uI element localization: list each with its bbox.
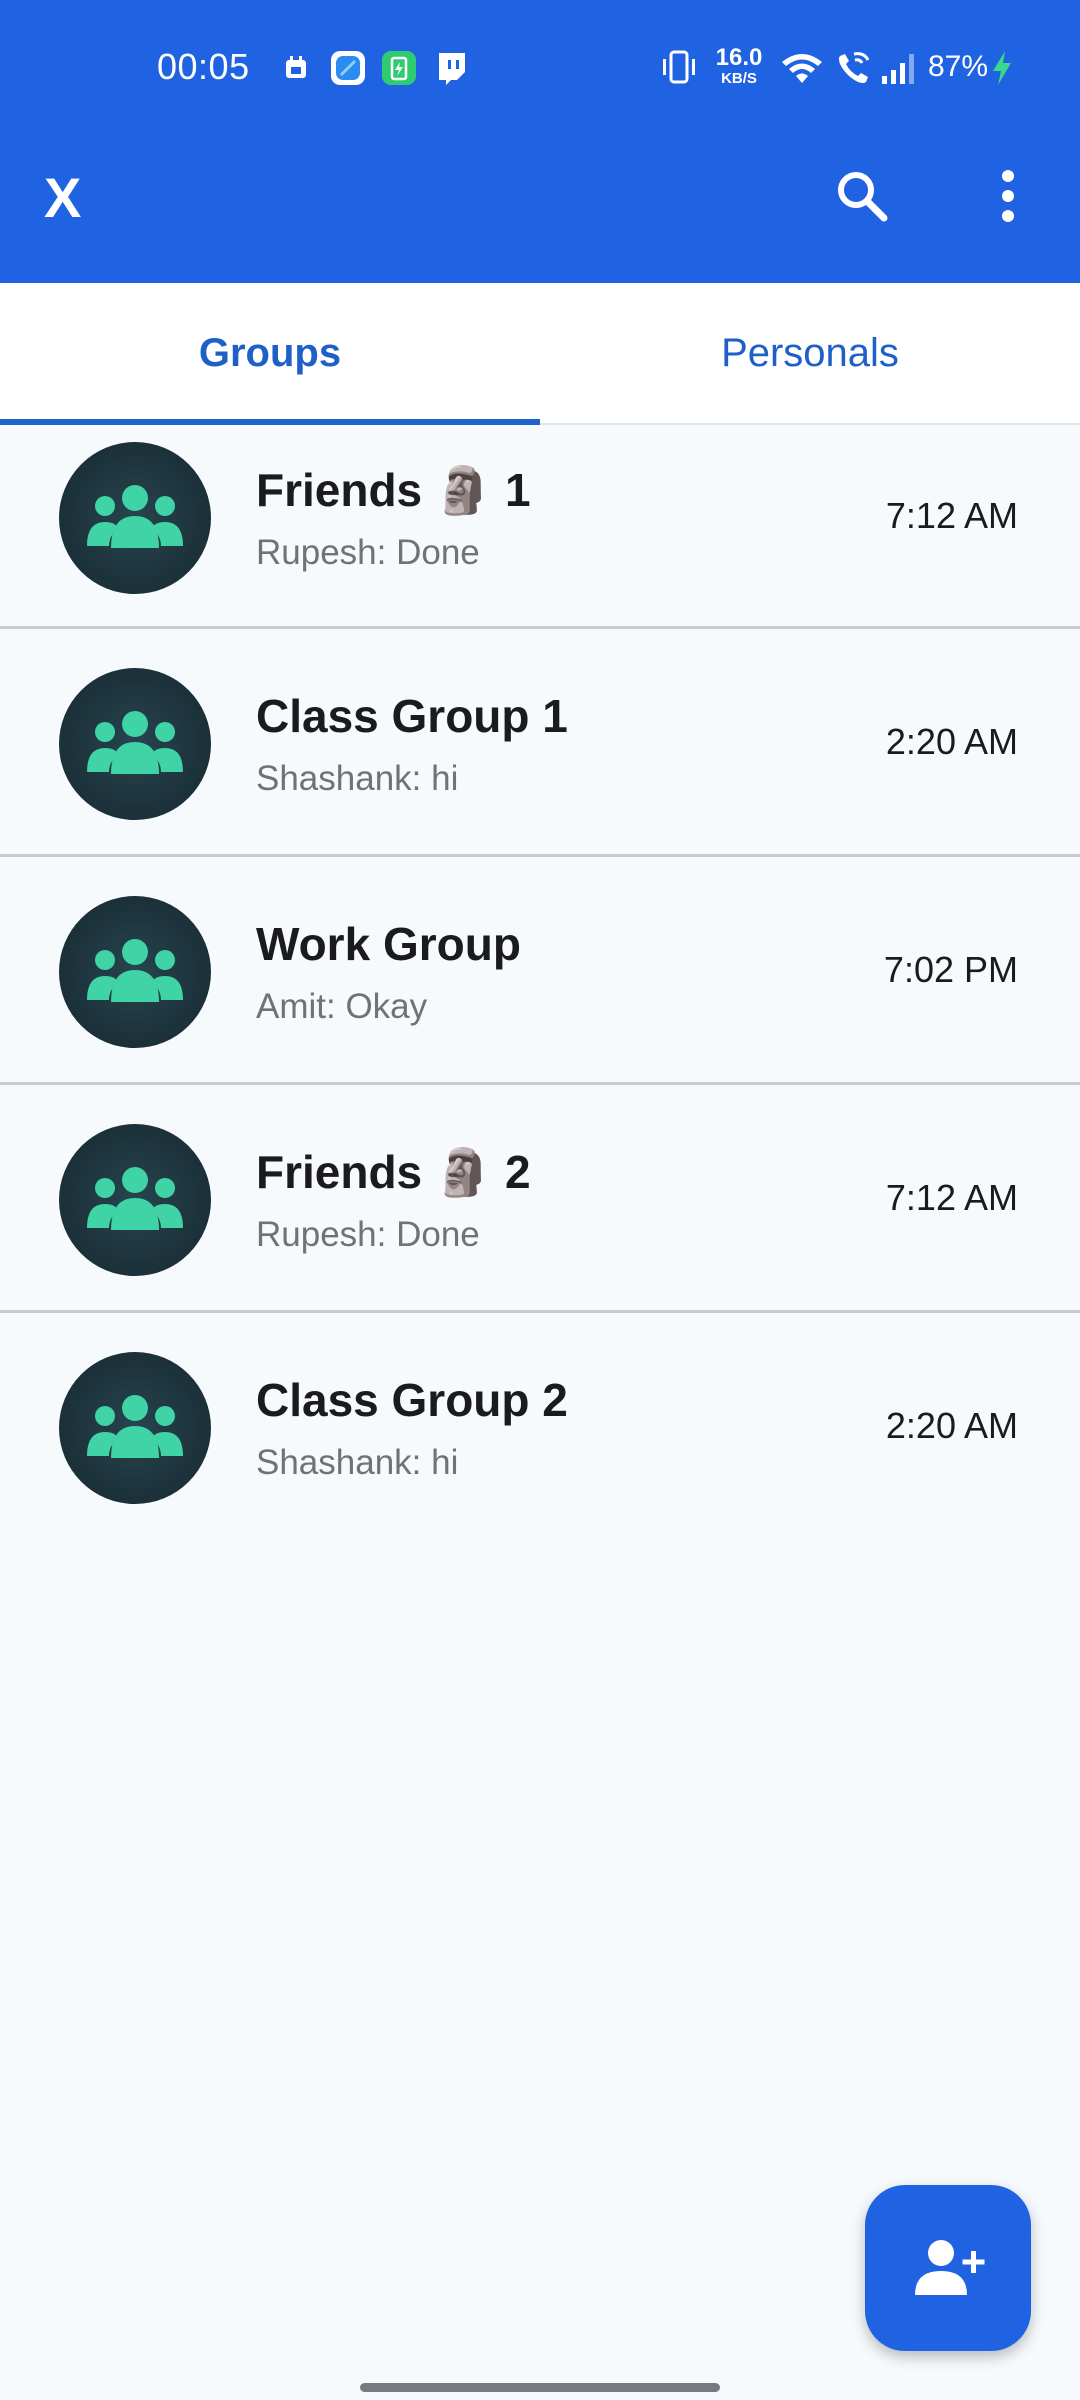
charging-icon	[993, 51, 1011, 85]
chat-preview: Shashank: hi	[256, 759, 459, 798]
signal-icon	[882, 54, 914, 84]
search-icon[interactable]	[832, 166, 892, 226]
close-icon[interactable]: X	[44, 166, 94, 230]
status-time: 00:05	[157, 46, 250, 87]
vibrate-icon	[663, 50, 695, 84]
add-person-icon	[915, 2240, 985, 2295]
chat-row[interactable]: Class Group 1 Shashank: hi 2:20 AM	[0, 629, 1080, 857]
chat-preview: Rupesh: Done	[256, 1215, 480, 1254]
chat-list: Friends 🗿 1 Rupesh: Done 7:12 AM Class G…	[0, 425, 1080, 1541]
app-notification-icon	[331, 51, 365, 85]
status-bar: 00:05 16.0 KB/S 87%	[0, 0, 1080, 136]
group-avatar	[59, 1352, 211, 1504]
chat-name: Friends 🗿 2	[256, 1146, 531, 1198]
network-speed-unit: KB/S	[721, 70, 757, 87]
network-speed: 16.0 KB/S	[714, 46, 764, 90]
group-icon	[87, 485, 183, 548]
group-icon	[87, 711, 183, 774]
battery-app-notification-icon	[382, 51, 416, 85]
chat-preview: Shashank: hi	[256, 1443, 459, 1482]
more-vert-icon[interactable]	[980, 166, 1036, 226]
chat-name: Work Group	[256, 918, 521, 970]
tab-personals[interactable]: Personals	[540, 283, 1080, 423]
add-contact-fab[interactable]	[865, 2185, 1031, 2351]
twitch-notification-icon	[439, 53, 465, 85]
group-avatar	[59, 896, 211, 1048]
chat-row[interactable]: Friends 🗿 2 Rupesh: Done 7:12 AM	[0, 1085, 1080, 1313]
group-icon	[87, 1395, 183, 1458]
chat-preview: Rupesh: Done	[256, 533, 480, 572]
chat-time: 7:12 AM	[885, 495, 1018, 536]
top-app-bar: 00:05 16.0 KB/S 87% X	[0, 0, 1080, 283]
group-avatar	[59, 442, 211, 594]
chat-time: 2:20 AM	[885, 721, 1018, 762]
group-avatar	[59, 668, 211, 820]
network-speed-value: 16.0	[715, 44, 763, 71]
group-avatar	[59, 1124, 211, 1276]
chat-time: 7:02 PM	[883, 949, 1018, 990]
tab-groups[interactable]: Groups	[0, 283, 540, 423]
chat-preview: Amit: Okay	[256, 987, 428, 1026]
chat-time: 2:20 AM	[885, 1405, 1018, 1446]
chat-name: Class Group 2	[256, 1374, 568, 1426]
home-indicator[interactable]	[360, 2383, 720, 2392]
group-icon	[87, 1167, 183, 1230]
chat-name: Friends 🗿 1	[256, 464, 531, 516]
wifi-calling-icon	[839, 52, 870, 83]
group-icon	[87, 939, 183, 1002]
chat-row[interactable]: Friends 🗿 1 Rupesh: Done 7:12 AM	[0, 425, 1080, 629]
calendar-notification-icon	[286, 56, 306, 78]
chat-row[interactable]: Class Group 2 Shashank: hi 2:20 AM	[0, 1313, 1080, 1541]
chat-time: 7:12 AM	[885, 1177, 1018, 1218]
chat-name: Class Group 1	[256, 690, 568, 742]
tab-bar: Groups Personals	[0, 283, 1080, 425]
chat-row[interactable]: Work Group Amit: Okay 7:02 PM	[0, 857, 1080, 1085]
battery-percentage: 87%	[928, 50, 989, 83]
wifi-icon	[782, 54, 822, 83]
